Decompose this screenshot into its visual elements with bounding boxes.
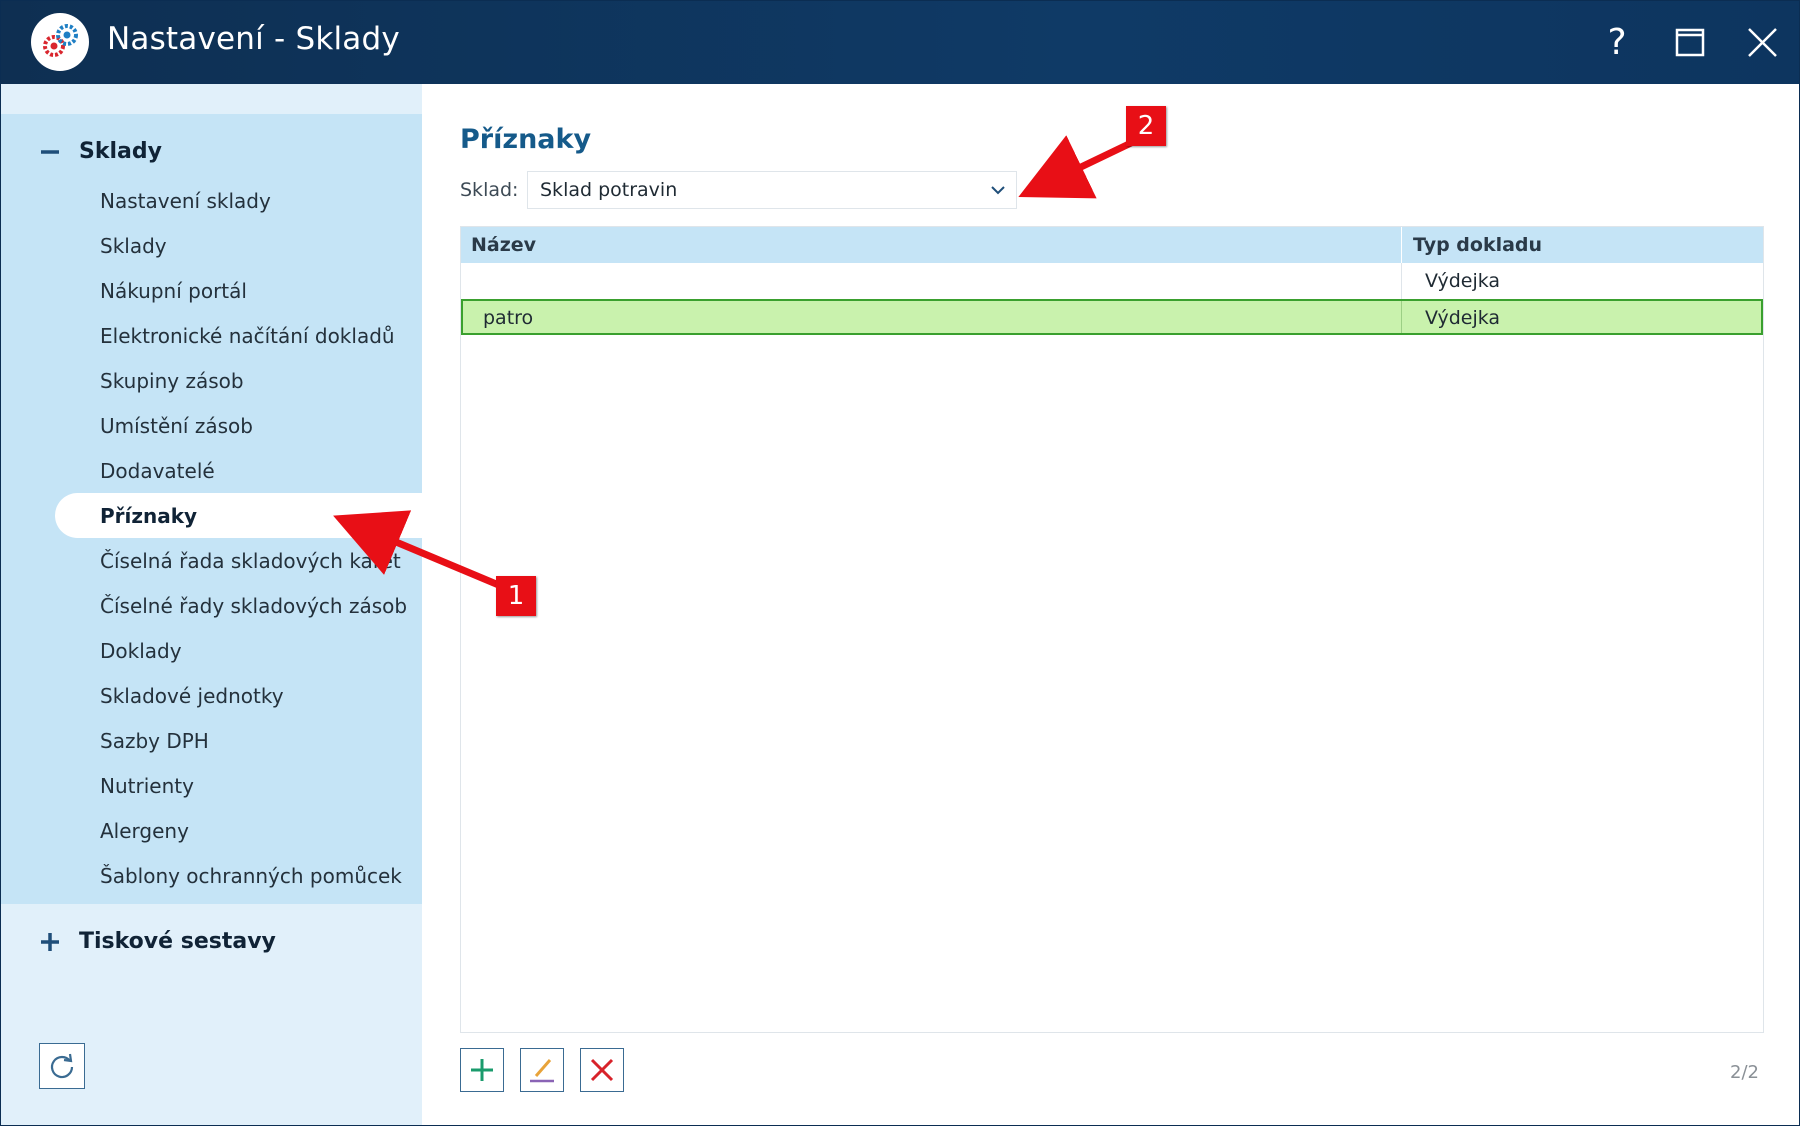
annotation-arrow-2 [1018, 135, 1133, 199]
settings-window: Nastavení - Sklady ? Sklady Nastavení sk… [0, 0, 1800, 1126]
annotation-callout-1: 1 [496, 576, 536, 616]
annotation-callout-2: 2 [1126, 106, 1166, 146]
annotation-arrows [333, 135, 1133, 590]
annotation-arrow-1 [333, 510, 503, 590]
